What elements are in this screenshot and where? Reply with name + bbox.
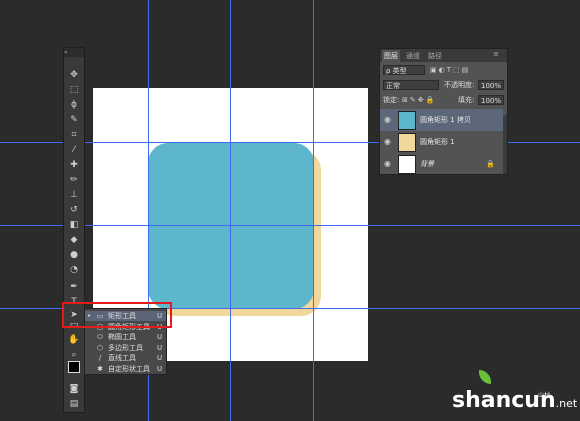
layer-row[interactable]: ◉ 圆角矩形 1 bbox=[380, 131, 503, 153]
vertical-guide[interactable] bbox=[230, 0, 231, 421]
flyout-item-label: 直线工具 bbox=[108, 354, 136, 362]
layer-name[interactable]: 背景 bbox=[420, 153, 434, 175]
layers-scrollbar[interactable] bbox=[503, 115, 507, 174]
eyedropper-tool-icon[interactable]: ⁄ bbox=[66, 143, 82, 157]
layer-row[interactable]: ◉ 背景 🔒 bbox=[380, 153, 503, 175]
shape-icon: ⬭ bbox=[97, 333, 103, 341]
annotation-highlight-box bbox=[62, 302, 172, 328]
screen-mode-icon[interactable]: ▤ bbox=[66, 397, 82, 411]
lock-icons[interactable]: ⊠✎✥🔒 bbox=[402, 93, 436, 107]
crop-tool-icon[interactable]: ⌗ bbox=[66, 128, 82, 142]
dodge-tool-icon[interactable]: ◔ bbox=[66, 263, 82, 277]
flyout-item-label: 多边形工具 bbox=[108, 343, 143, 352]
watermark-sub: 山村 bbox=[538, 392, 551, 399]
flyout-item[interactable]: ✱ 自定形状工具 U bbox=[85, 364, 166, 374]
rounded-rectangle-shape[interactable] bbox=[148, 143, 314, 309]
blend-mode-select[interactable]: 正常 bbox=[383, 80, 439, 90]
pen-tool-icon[interactable]: ✒ bbox=[66, 280, 82, 294]
quick-select-tool-icon[interactable]: ✎ bbox=[66, 113, 82, 127]
layer-row[interactable]: ◉ 圆角矩形 1 拷贝 bbox=[380, 109, 503, 131]
blend-row: 正常 不透明度: 100% bbox=[380, 78, 507, 92]
horizontal-guide[interactable] bbox=[0, 225, 580, 226]
collapse-icon[interactable]: « bbox=[64, 49, 68, 56]
tools-panel-header[interactable]: « bbox=[64, 48, 84, 57]
flyout-item[interactable]: ⬡ 多边形工具 U bbox=[85, 343, 166, 353]
filter-row: ρ 类型 ▣◐T⬚▤ bbox=[380, 63, 507, 77]
shape-icon: ∕ bbox=[98, 354, 102, 362]
brush-tool-icon[interactable]: ✏ bbox=[66, 173, 82, 187]
fill-input[interactable]: 100% bbox=[478, 95, 504, 105]
tab-channels[interactable]: 通道 bbox=[404, 50, 422, 62]
watermark-domain: .net bbox=[555, 397, 578, 410]
layer-thumbnail bbox=[398, 111, 416, 130]
panel-menu-icon[interactable]: ≡ bbox=[493, 50, 499, 58]
visibility-eye-icon[interactable]: ◉ bbox=[384, 153, 391, 175]
lasso-tool-icon[interactable]: ϕ bbox=[66, 98, 82, 112]
flyout-item[interactable]: ⬭ 椭圆工具 U bbox=[85, 332, 166, 342]
eraser-tool-icon[interactable]: ◧ bbox=[66, 218, 82, 232]
shortcut-key: U bbox=[157, 343, 163, 352]
flyout-item-label: 椭圆工具 bbox=[108, 333, 136, 341]
quick-mask-icon[interactable]: ◙ bbox=[66, 382, 82, 396]
visibility-eye-icon[interactable]: ◉ bbox=[384, 131, 391, 153]
panel-tabs: 图层 通道 路径 ≡ bbox=[380, 49, 507, 62]
paint-bucket-tool-icon[interactable]: ◆ bbox=[66, 233, 82, 247]
visibility-eye-icon[interactable]: ◉ bbox=[384, 109, 391, 131]
healing-brush-tool-icon[interactable]: ✚ bbox=[66, 158, 82, 172]
history-brush-tool-icon[interactable]: ↺ bbox=[66, 203, 82, 217]
watermark-leaf-icon bbox=[479, 370, 491, 384]
shape-icon: ✱ bbox=[97, 364, 103, 373]
vertical-guide[interactable] bbox=[313, 0, 314, 421]
shortcut-key: U bbox=[157, 333, 163, 341]
flyout-item[interactable]: ∕ 直线工具 U bbox=[85, 353, 166, 363]
layer-name[interactable]: 圆角矩形 1 bbox=[420, 131, 455, 153]
layer-filter-select[interactable]: ρ 类型 bbox=[383, 65, 425, 75]
lock-icon: 🔒 bbox=[486, 160, 495, 168]
hand-tool-icon[interactable]: ✋ bbox=[66, 333, 82, 347]
lock-row: 锁定: ⊠✎✥🔒 填充: 100% bbox=[380, 93, 507, 107]
filter-icons[interactable]: ▣◐T⬚▤ bbox=[430, 63, 470, 77]
marquee-tool-icon[interactable]: ⬚ bbox=[66, 83, 82, 97]
watermark: shancun.net bbox=[452, 388, 577, 413]
tools-panel: « ✥ ⬚ ϕ ✎ ⌗ ⁄ ✚ ✏ ⊥ ↺ ◧ ◆ ● ◔ ✒ T ➤ ▭ ✋ ⌕ ◙ ▤ bbox=[63, 47, 85, 413]
layers-panel: 图层 通道 路径 ≡ ρ 类型 ▣◐T⬚▤ 正常 不透明度: 100% 锁定: … bbox=[379, 48, 508, 175]
shortcut-key: U bbox=[157, 364, 163, 373]
shortcut-key: U bbox=[157, 354, 163, 362]
opacity-label: 不透明度: bbox=[444, 81, 475, 89]
clone-stamp-tool-icon[interactable]: ⊥ bbox=[66, 188, 82, 202]
tab-paths[interactable]: 路径 bbox=[426, 50, 444, 62]
layer-thumbnail bbox=[398, 155, 416, 174]
lock-label: 锁定: bbox=[383, 96, 400, 104]
shape-icon: ⬡ bbox=[96, 343, 104, 352]
opacity-input[interactable]: 100% bbox=[478, 80, 504, 90]
fill-label: 填充: bbox=[458, 96, 475, 104]
blur-tool-icon[interactable]: ● bbox=[66, 248, 82, 262]
tab-layers[interactable]: 图层 bbox=[382, 50, 400, 62]
layer-thumbnail bbox=[398, 133, 416, 152]
flyout-item-label: 自定形状工具 bbox=[108, 364, 150, 373]
layer-name[interactable]: 圆角矩形 1 拷贝 bbox=[420, 109, 471, 131]
move-tool-icon[interactable]: ✥ bbox=[66, 68, 82, 82]
foreground-color-swatch[interactable] bbox=[66, 360, 82, 374]
